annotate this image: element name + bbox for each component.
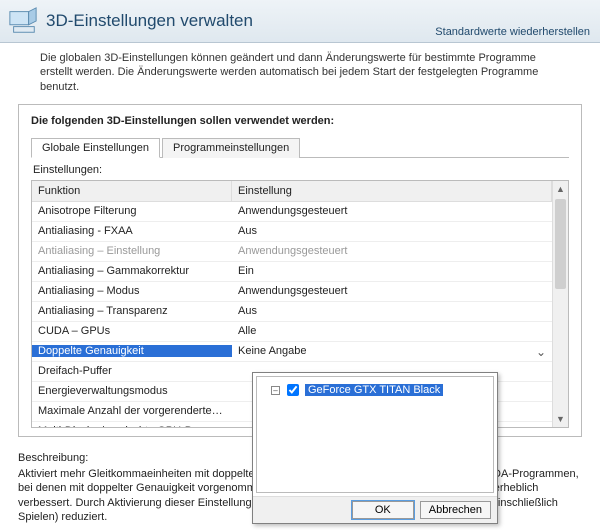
settings-label: Einstellungen: [33,164,569,176]
table-row[interactable]: Doppelte GenauigkeitKeine Angabe [32,342,552,362]
table-scrollbar[interactable]: ▲ ▼ [552,181,568,427]
intro-text: Die globalen 3D-Einstellungen können geä… [0,43,600,104]
cell-setting[interactable]: Ein [232,265,552,277]
panel-title: Die folgenden 3D-Einstellungen sollen ve… [31,115,569,127]
cell-setting[interactable]: Keine Angabe [232,345,552,357]
table-row[interactable]: CUDA – GPUsAlle [32,322,552,342]
scroll-down-icon[interactable]: ▼ [553,411,568,427]
cell-function: Antialiasing – Modus [32,285,232,297]
table-row[interactable]: Antialiasing – TransparenzAus [32,302,552,322]
cell-function: Doppelte Genauigkeit [32,345,232,357]
page-header: 3D-Einstellungen verwalten Standardwerte… [0,0,600,43]
cell-function: Antialiasing – Einstellung [32,245,232,257]
table-row[interactable]: Antialiasing - FXAAAus [32,222,552,242]
gpu-tree[interactable]: – GeForce GTX TITAN Black [256,376,494,493]
cell-function: Antialiasing – Transparenz [32,305,232,317]
cell-function: Anisotrope Filterung [32,205,232,217]
gpu-select-popup: – GeForce GTX TITAN Black OK Abbrechen [252,372,498,524]
cell-setting[interactable]: Anwendungsgesteuert [232,205,552,217]
gpu-checkbox[interactable] [287,384,299,396]
cell-setting[interactable]: Aus [232,225,552,237]
cell-setting[interactable]: Aus [232,305,552,317]
table-row[interactable]: Antialiasing – ModusAnwendungsgesteuert [32,282,552,302]
tab-global-settings[interactable]: Globale Einstellungen [31,138,160,158]
gpu-label[interactable]: GeForce GTX TITAN Black [305,384,443,396]
cell-function: Energieverwaltungsmodus [32,385,232,397]
settings-3d-icon [8,6,38,36]
tab-bar: Globale Einstellungen Programmeinstellun… [31,137,569,158]
restore-defaults-link[interactable]: Standardwerte wiederherstellen [435,26,590,38]
scroll-thumb[interactable] [555,199,566,289]
cell-setting[interactable]: Alle [232,325,552,337]
table-row[interactable]: Antialiasing – GammakorrekturEin [32,262,552,282]
cell-setting[interactable]: Anwendungsgesteuert [232,245,552,257]
cancel-button[interactable]: Abbrechen [420,501,491,519]
table-header: Funktion Einstellung [32,181,552,202]
cell-function: Maximale Anzahl der vorgerenderten Einz… [32,405,232,417]
table-row[interactable]: Antialiasing – EinstellungAnwendungsgest… [32,242,552,262]
cell-function: Antialiasing – Gammakorrektur [32,265,232,277]
tab-program-settings[interactable]: Programmeinstellungen [162,138,300,158]
cell-setting[interactable]: Anwendungsgesteuert [232,285,552,297]
table-row[interactable]: Anisotrope FilterungAnwendungsgesteuert [32,202,552,222]
scroll-up-icon[interactable]: ▲ [553,181,568,197]
cell-function: CUDA – GPUs [32,325,232,337]
column-setting[interactable]: Einstellung [232,181,552,201]
gpu-tree-item[interactable]: – GeForce GTX TITAN Black [261,381,489,399]
ok-button[interactable]: OK [352,501,414,519]
column-function[interactable]: Funktion [32,181,232,201]
cell-function: Antialiasing - FXAA [32,225,232,237]
tree-collapse-icon[interactable]: – [271,386,280,395]
cell-function: Multi-Display/gemischte GPU-Beschleunigu… [32,425,232,427]
popup-button-bar: OK Abbrechen [253,496,497,523]
cell-function: Dreifach-Puffer [32,365,232,377]
